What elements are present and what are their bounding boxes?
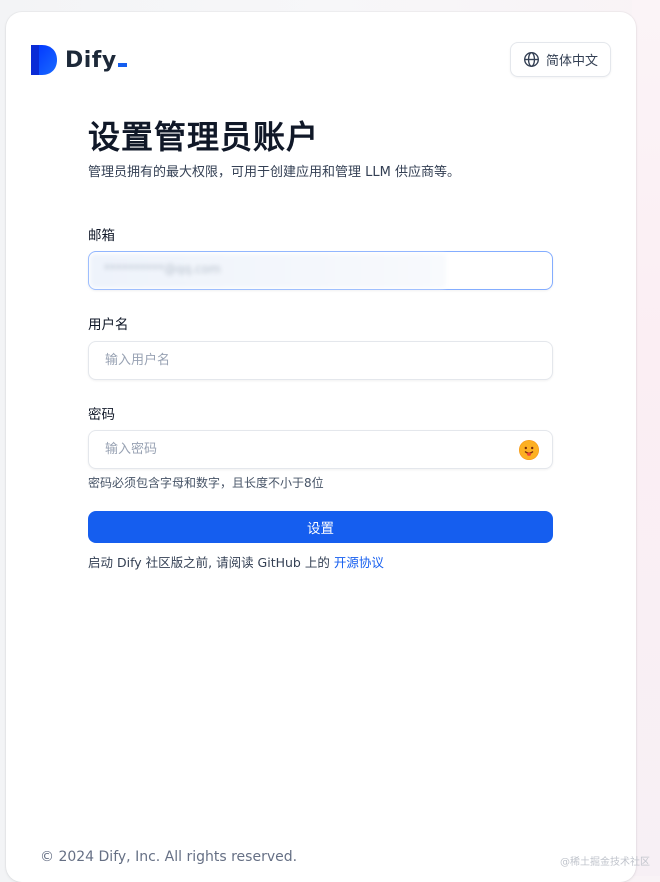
language-switch-button[interactable]: 简体中文 [510, 42, 611, 77]
setup-submit-button[interactable]: 设置 [88, 511, 553, 543]
agreement-prefix: 启动 Dify 社区版之前, 请阅读 GitHub 上的 [88, 555, 330, 570]
email-value: **********@qq.com [104, 262, 221, 276]
agreement-text: 启动 Dify 社区版之前, 请阅读 GitHub 上的 开源协议 [88, 552, 384, 571]
background-gradient [632, 0, 660, 876]
username-field[interactable] [88, 341, 553, 380]
watermark: @稀土掘金技术社区 [560, 857, 650, 868]
page-title: 设置管理员账户 [88, 118, 320, 156]
password-label: 密码 [88, 407, 115, 423]
password-hint: 密码必须包含字母和数字，且长度不小于8位 [88, 476, 324, 490]
email-label: 邮箱 [88, 228, 115, 244]
logo-text: Dify [65, 48, 127, 73]
open-source-license-link[interactable]: 开源协议 [334, 555, 384, 570]
globe-icon [524, 52, 539, 67]
footer-copyright: © 2024 Dify, Inc. All rights reserved. [40, 849, 298, 865]
page-subtitle: 管理员拥有的最大权限，可用于创建应用和管理 LLM 供应商等。 [88, 165, 460, 180]
password-field[interactable] [88, 430, 553, 469]
logo-underscore [117, 62, 127, 67]
dify-logo: Dify [31, 45, 127, 75]
dify-logo-icon [31, 45, 57, 75]
language-label: 简体中文 [546, 54, 599, 69]
password-visibility-toggle-icon[interactable] [519, 440, 539, 460]
username-label: 用户名 [88, 317, 129, 333]
